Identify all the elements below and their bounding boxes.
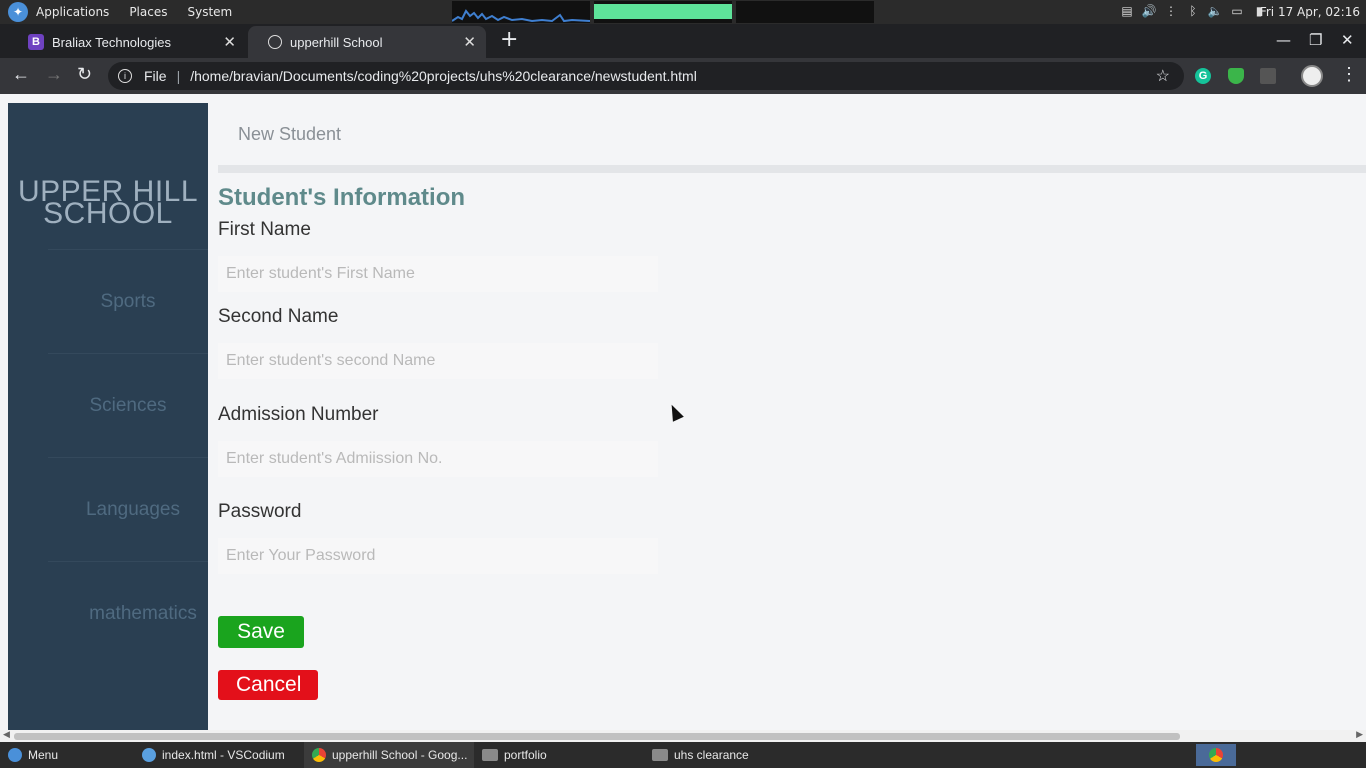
scheme-label: File <box>144 68 167 84</box>
header-divider <box>218 165 1366 173</box>
cpu-monitor-graph <box>452 1 590 23</box>
url-text[interactable]: /home/bravian/Documents/coding%20project… <box>190 68 697 84</box>
sidebar-item-languages[interactable]: Languages <box>48 457 208 561</box>
page-viewport: UPPER HILL SCHOOL Sports Sciences Langua… <box>0 94 1366 730</box>
horizontal-scrollbar[interactable]: ◀ ▶ <box>0 730 1366 742</box>
tab-title: upperhill School <box>290 34 383 50</box>
first-name-input[interactable] <box>218 256 658 292</box>
browser-tab-bar: B Braliax Technologies ✕ upperhill Schoo… <box>0 24 1366 58</box>
os-menu-places[interactable]: Places <box>129 5 167 19</box>
taskbar-item-vscodium[interactable]: index.html - VSCodium <box>134 742 300 768</box>
password-label: Password <box>218 501 302 522</box>
vertical-dots-icon[interactable]: ⋮ <box>1164 3 1178 19</box>
profile-avatar[interactable] <box>1301 65 1323 87</box>
cpu-graph-icon <box>452 9 590 23</box>
extension-icon[interactable] <box>1260 68 1276 84</box>
second-name-input[interactable] <box>218 343 658 379</box>
reload-icon[interactable]: ↻ <box>77 64 92 85</box>
taskbar-item-uhs-clearance[interactable]: uhs clearance <box>644 742 814 768</box>
system-tray: ▤ 🔊 ⋮ ᛒ 🔈 ▭ ▮ <box>1120 3 1266 19</box>
restore-icon[interactable]: ❐ <box>1309 31 1322 49</box>
volume-icon[interactable]: 🔊 <box>1142 3 1157 19</box>
password-input[interactable] <box>218 538 658 574</box>
memory-monitor-graph <box>594 1 732 23</box>
bookmark-star-icon[interactable]: ☆ <box>1156 66 1170 86</box>
os-menu-applications[interactable]: Applications <box>36 5 109 19</box>
globe-icon <box>268 35 282 49</box>
clock[interactable]: Fri 17 Apr, 02:16 <box>1260 5 1360 19</box>
folder-icon <box>482 749 498 761</box>
forward-icon[interactable]: → <box>45 64 63 85</box>
address-bar[interactable]: i File | /home/bravian/Documents/coding%… <box>108 62 1184 90</box>
tab-title: Braliax Technologies <box>52 34 171 50</box>
close-window-icon[interactable]: ✕ <box>1341 31 1354 49</box>
back-icon[interactable]: ← <box>12 64 30 85</box>
vscodium-icon <box>142 748 156 762</box>
task-label: upperhill School - Goog... <box>332 748 468 762</box>
sidebar-item-sciences[interactable]: Sciences <box>48 353 208 457</box>
save-button[interactable]: Save <box>218 616 304 648</box>
taskbar-item-portfolio[interactable]: portfolio <box>474 742 644 768</box>
tab-upperhill[interactable]: upperhill School ✕ <box>248 26 486 58</box>
distro-logo-icon <box>8 748 22 762</box>
speaker-icon[interactable]: 🔈 <box>1208 3 1223 19</box>
scroll-left-icon[interactable]: ◀ <box>3 730 10 740</box>
sidebar-item-mathematics[interactable]: mathematics <box>48 561 208 665</box>
scroll-right-icon[interactable]: ▶ <box>1356 730 1363 740</box>
distro-logo-icon[interactable]: ✦ <box>8 2 28 22</box>
menu-label: Menu <box>28 748 59 762</box>
close-tab-icon[interactable]: ✕ <box>223 33 236 51</box>
divider: | <box>176 68 181 84</box>
sidebar-item-sports[interactable]: Sports <box>48 249 208 353</box>
scrollbar-thumb[interactable] <box>14 733 1180 740</box>
taskbar-menu-button[interactable]: Menu <box>0 742 120 768</box>
shield-extension-icon[interactable] <box>1228 68 1244 84</box>
os-menu-system[interactable]: System <box>187 5 232 19</box>
second-name-label: Second Name <box>218 306 339 327</box>
task-label: uhs clearance <box>674 748 749 762</box>
network-monitor-graph <box>736 1 874 23</box>
bootstrap-favicon-icon: B <box>28 34 44 50</box>
info-icon[interactable]: i <box>118 69 132 83</box>
admission-number-input[interactable] <box>218 441 658 477</box>
task-label: index.html - VSCodium <box>162 748 285 762</box>
tab-braliax[interactable]: B Braliax Technologies ✕ <box>8 26 246 58</box>
minimize-icon[interactable]: — <box>1276 31 1291 49</box>
first-name-label: First Name <box>218 219 311 240</box>
notes-icon[interactable]: ▤ <box>1120 3 1134 19</box>
grammarly-extension-icon[interactable]: G <box>1195 68 1211 84</box>
mouse-cursor-icon <box>666 402 684 422</box>
admission-number-label: Admission Number <box>218 404 379 425</box>
display-icon[interactable]: ▭ <box>1230 3 1244 19</box>
tray-chrome-icon[interactable] <box>1196 744 1236 766</box>
school-brand[interactable]: UPPER HILL SCHOOL <box>8 177 208 229</box>
os-top-panel: ✦ Applications Places System ▤ 🔊 ⋮ ᛒ 🔈 ▭… <box>0 0 1366 24</box>
form-heading: Student's Information <box>218 184 466 211</box>
task-label: portfolio <box>504 748 547 762</box>
taskbar-item-chrome[interactable]: upperhill School - Goog... <box>304 742 474 768</box>
chrome-icon <box>312 748 326 762</box>
sidebar: UPPER HILL SCHOOL Sports Sciences Langua… <box>8 103 208 730</box>
os-taskbar: Menu index.html - VSCodium upperhill Sch… <box>0 742 1366 768</box>
folder-icon <box>652 749 668 761</box>
browser-menu-icon[interactable]: ⋮ <box>1340 64 1358 85</box>
browser-toolbar: ← → ↻ i File | /home/bravian/Documents/c… <box>0 58 1366 94</box>
page-title: New Student <box>238 124 342 144</box>
close-tab-icon[interactable]: ✕ <box>463 33 476 51</box>
new-tab-icon[interactable]: + <box>500 29 518 51</box>
bluetooth-icon[interactable]: ᛒ <box>1186 3 1200 19</box>
cancel-button[interactable]: Cancel <box>218 670 318 700</box>
